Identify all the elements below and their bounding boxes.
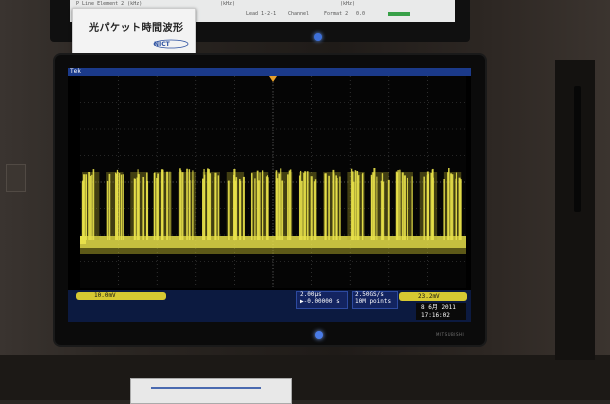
status-led (388, 12, 410, 16)
top-screen-text: P Line Element 2 (kHz) (76, 1, 143, 7)
nict-logo-icon: NICT (153, 39, 189, 49)
date-value: 8 6月 2011 (421, 304, 456, 311)
timebase-value: 2.00μs (300, 291, 322, 298)
svg-text:NICT: NICT (154, 41, 171, 48)
top-screen-text: (kHz) (220, 1, 236, 7)
wall-bracket (6, 164, 26, 192)
sample-rate-value: 2.50GS/s (355, 291, 384, 298)
scope-status-bar: Tek (68, 68, 471, 76)
channel-scale-label: 10.0mV (94, 292, 116, 299)
top-screen-text: Format 2 (324, 11, 349, 17)
bottom-sign (130, 378, 292, 404)
top-screen-text: 0.0 (356, 11, 366, 17)
bottom-sign-stripe (151, 387, 261, 389)
waveform-graticule (80, 76, 466, 288)
power-indicator-icon (315, 331, 323, 339)
right-light-strip (574, 86, 581, 212)
top-monitor-power-icon (314, 33, 322, 41)
oscilloscope-screen: Tek 10.0mV 2.00μs ▶-0.00000 s 2.50GS/s 1… (68, 68, 471, 322)
trigger-level-value: 23.2mV (418, 293, 440, 300)
monitor-brand: MITSUBISHI (436, 332, 465, 337)
shelf (0, 355, 610, 400)
channel-ground-marker (80, 236, 86, 244)
top-screen-text: (kHz) (340, 1, 356, 7)
scope-brand: Tek (70, 68, 81, 75)
top-screen-text: Channel (288, 11, 310, 17)
time-value: 17:16:02 (421, 312, 450, 319)
trigger-offset-value: ▶-0.00000 s (300, 298, 340, 305)
record-length-value: 10M points (355, 298, 392, 305)
waveform-plot (80, 76, 466, 288)
sign-title: 光パケット時間波形 (89, 23, 184, 34)
exhibit-sign: 光パケット時間波形 NICT (72, 8, 196, 55)
waveform-baseline-noise (80, 248, 466, 254)
channel-badge (76, 292, 166, 300)
trigger-position-icon (269, 76, 277, 82)
top-screen-text: Lead 1-2-1 (246, 11, 277, 17)
